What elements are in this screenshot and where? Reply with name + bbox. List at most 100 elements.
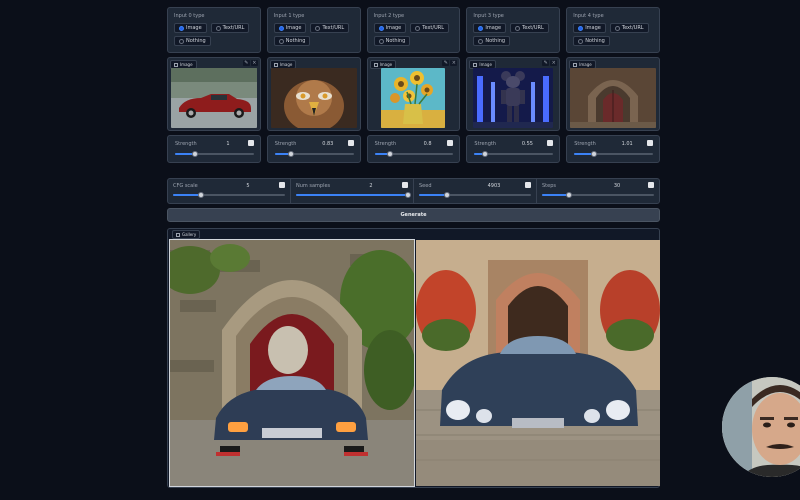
input-column-4: Input 4 type Image Text/URL Nothing Imag… bbox=[566, 7, 660, 172]
param-value[interactable]: 2 bbox=[351, 183, 391, 189]
image-icon bbox=[373, 62, 378, 67]
strength-value[interactable]: 1 bbox=[213, 141, 243, 147]
input-type-panel: Input 1 type Image Text/URL Nothing bbox=[266, 7, 361, 53]
image-upload-panel[interactable]: Image ✎ × bbox=[167, 57, 261, 131]
param-value[interactable]: 4903 bbox=[474, 183, 514, 189]
reset-icon[interactable] bbox=[347, 140, 354, 146]
input-image-sunflowers bbox=[381, 68, 446, 128]
reset-icon[interactable] bbox=[447, 140, 454, 146]
radio-label: Nothing bbox=[385, 38, 406, 44]
gallery-image-1[interactable] bbox=[169, 239, 415, 487]
radio-dot bbox=[415, 25, 421, 31]
close-icon[interactable]: × bbox=[550, 60, 558, 66]
strength-slider[interactable] bbox=[374, 151, 454, 157]
strength-slider[interactable] bbox=[474, 151, 554, 157]
radio-dot bbox=[278, 25, 284, 31]
input-type-panel: Input 0 type Image Text/URL Nothing bbox=[167, 7, 261, 53]
radio-dot bbox=[378, 25, 384, 31]
edit-icon[interactable]: ✎ bbox=[542, 60, 550, 66]
radio-dot bbox=[478, 25, 484, 31]
edit-icon[interactable]: ✎ bbox=[242, 60, 250, 66]
radio-image[interactable]: Image bbox=[174, 23, 207, 33]
slider-knob[interactable] bbox=[198, 192, 204, 198]
radio-text-url[interactable]: Text/URL bbox=[410, 23, 449, 33]
slider-fill bbox=[173, 194, 201, 196]
input-image-doorway bbox=[570, 68, 657, 128]
radio-image[interactable]: Image bbox=[473, 23, 507, 33]
image-upload-panel[interactable]: Image ✎ × bbox=[466, 57, 561, 131]
image-icon bbox=[573, 62, 578, 67]
slider-knob[interactable] bbox=[387, 151, 394, 157]
strength-value[interactable]: 0.8 bbox=[413, 141, 443, 147]
radio-label: Image bbox=[186, 25, 202, 31]
generate-button[interactable]: Generate bbox=[167, 208, 660, 222]
radio-text-url[interactable]: Text/URL bbox=[310, 23, 350, 33]
radio-text-url[interactable]: Text/URL bbox=[210, 23, 250, 33]
radio-nothing[interactable]: Nothing bbox=[473, 36, 511, 46]
radio-image[interactable]: Image bbox=[273, 23, 307, 33]
param-value[interactable]: 5 bbox=[228, 183, 268, 189]
slider-knob[interactable] bbox=[191, 151, 198, 157]
radio-label: Text/URL bbox=[322, 25, 345, 31]
radio-dot bbox=[515, 25, 521, 31]
close-icon[interactable]: × bbox=[250, 60, 258, 66]
strength-label: Strength bbox=[374, 141, 397, 147]
radio-label: Nothing bbox=[186, 38, 206, 44]
reset-icon[interactable] bbox=[646, 140, 653, 146]
slider-knob[interactable] bbox=[444, 192, 450, 198]
radio-nothing[interactable]: Nothing bbox=[174, 36, 211, 46]
gallery-image-2[interactable] bbox=[416, 240, 660, 486]
slider-fill bbox=[296, 194, 408, 196]
reset-icon[interactable] bbox=[247, 140, 254, 146]
param-value[interactable]: 30 bbox=[597, 183, 637, 189]
slider-knob[interactable] bbox=[482, 151, 489, 157]
num-samples-slider[interactable] bbox=[296, 192, 411, 198]
input-type-label: Input 0 type bbox=[174, 13, 205, 19]
cfg-scale-control: CFG scale 5 bbox=[168, 179, 291, 203]
strength-slider[interactable] bbox=[274, 151, 354, 157]
radio-text-url[interactable]: Text/URL bbox=[510, 23, 549, 33]
image-upload-panel[interactable]: Image bbox=[566, 57, 660, 131]
radio-dot bbox=[215, 25, 221, 31]
reset-icon[interactable] bbox=[279, 182, 285, 188]
strength-value[interactable]: 1.01 bbox=[612, 141, 642, 147]
radio-nothing[interactable]: Nothing bbox=[373, 36, 411, 46]
input-type-panel: Input 3 type Image Text/URL Nothing bbox=[466, 7, 561, 53]
slider-knob[interactable] bbox=[287, 151, 294, 157]
slider-knob[interactable] bbox=[405, 192, 411, 198]
image-tag-label: Image bbox=[379, 62, 393, 67]
strength-slider[interactable] bbox=[175, 151, 254, 157]
slider-knob[interactable] bbox=[590, 151, 597, 157]
reset-icon[interactable] bbox=[525, 182, 531, 188]
input-type-label: Input 1 type bbox=[273, 13, 305, 19]
image-icon bbox=[273, 62, 278, 67]
strength-label: Strength bbox=[574, 141, 596, 147]
seed-slider[interactable] bbox=[419, 192, 531, 198]
radio-nothing[interactable]: Nothing bbox=[573, 36, 610, 46]
radio-label: Image bbox=[285, 25, 302, 31]
image-upload-panel[interactable]: Image bbox=[266, 57, 361, 131]
radio-label: Text/URL bbox=[522, 25, 544, 31]
reset-icon[interactable] bbox=[547, 140, 554, 146]
steps-slider[interactable] bbox=[542, 192, 654, 198]
cfg-scale-slider[interactable] bbox=[173, 192, 285, 198]
image-upload-panel[interactable]: Image ✎ × bbox=[366, 57, 461, 131]
inputs-row: Input 0 type Image Text/URL Nothing Imag… bbox=[167, 7, 660, 172]
reset-icon[interactable] bbox=[648, 182, 654, 188]
edit-icon[interactable]: ✎ bbox=[442, 60, 450, 66]
close-icon[interactable]: × bbox=[450, 60, 458, 66]
radio-image[interactable]: Image bbox=[373, 23, 407, 33]
radio-dot bbox=[478, 38, 484, 44]
slider-knob[interactable] bbox=[565, 192, 572, 198]
strength-value[interactable]: 0.83 bbox=[313, 141, 343, 147]
strength-value[interactable]: 0.55 bbox=[512, 141, 542, 147]
gallery-label: Gallery bbox=[182, 232, 197, 237]
radio-image[interactable]: Image bbox=[573, 23, 606, 33]
reset-icon[interactable] bbox=[402, 182, 408, 188]
strength-slider[interactable] bbox=[574, 151, 653, 157]
gallery-icon bbox=[176, 232, 180, 237]
radio-text-url[interactable]: Text/URL bbox=[609, 23, 649, 33]
radio-nothing[interactable]: Nothing bbox=[273, 36, 311, 46]
input-image-hawk bbox=[270, 68, 357, 128]
radio-dot bbox=[278, 38, 284, 44]
